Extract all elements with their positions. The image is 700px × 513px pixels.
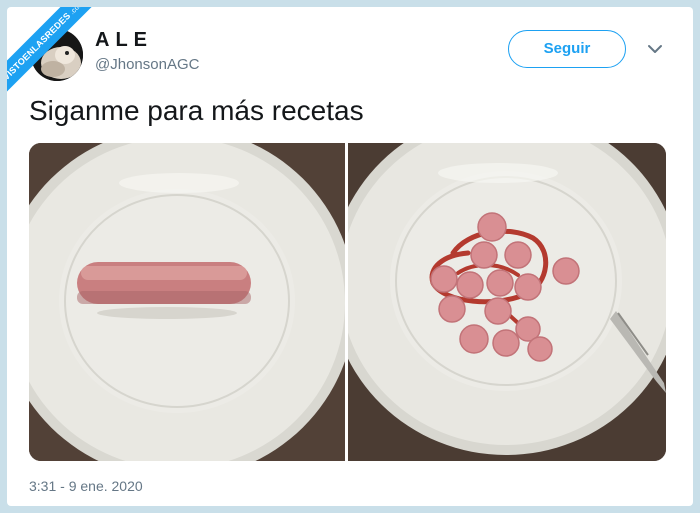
chevron-down-icon[interactable] xyxy=(647,41,663,57)
user-handle[interactable]: @JhonsonAGC xyxy=(95,56,199,73)
plate-with-sliced-sausage-image xyxy=(348,143,666,461)
watermark-sub: .com xyxy=(68,7,86,17)
plate-with-whole-sausage-image xyxy=(29,143,345,461)
photo-left[interactable] xyxy=(29,143,345,461)
timestamp[interactable]: 3:31 - 9 ene. 2020 xyxy=(29,478,143,494)
tweet-text: Siganme para más recetas xyxy=(29,95,364,126)
follow-button[interactable]: Seguir xyxy=(508,30,626,68)
display-name[interactable]: ALE xyxy=(95,29,153,52)
tweet-card: VISTOENLASREDES.com ALE @JhonsonAGC Segu… xyxy=(7,7,693,506)
photo-right[interactable] xyxy=(348,143,666,461)
